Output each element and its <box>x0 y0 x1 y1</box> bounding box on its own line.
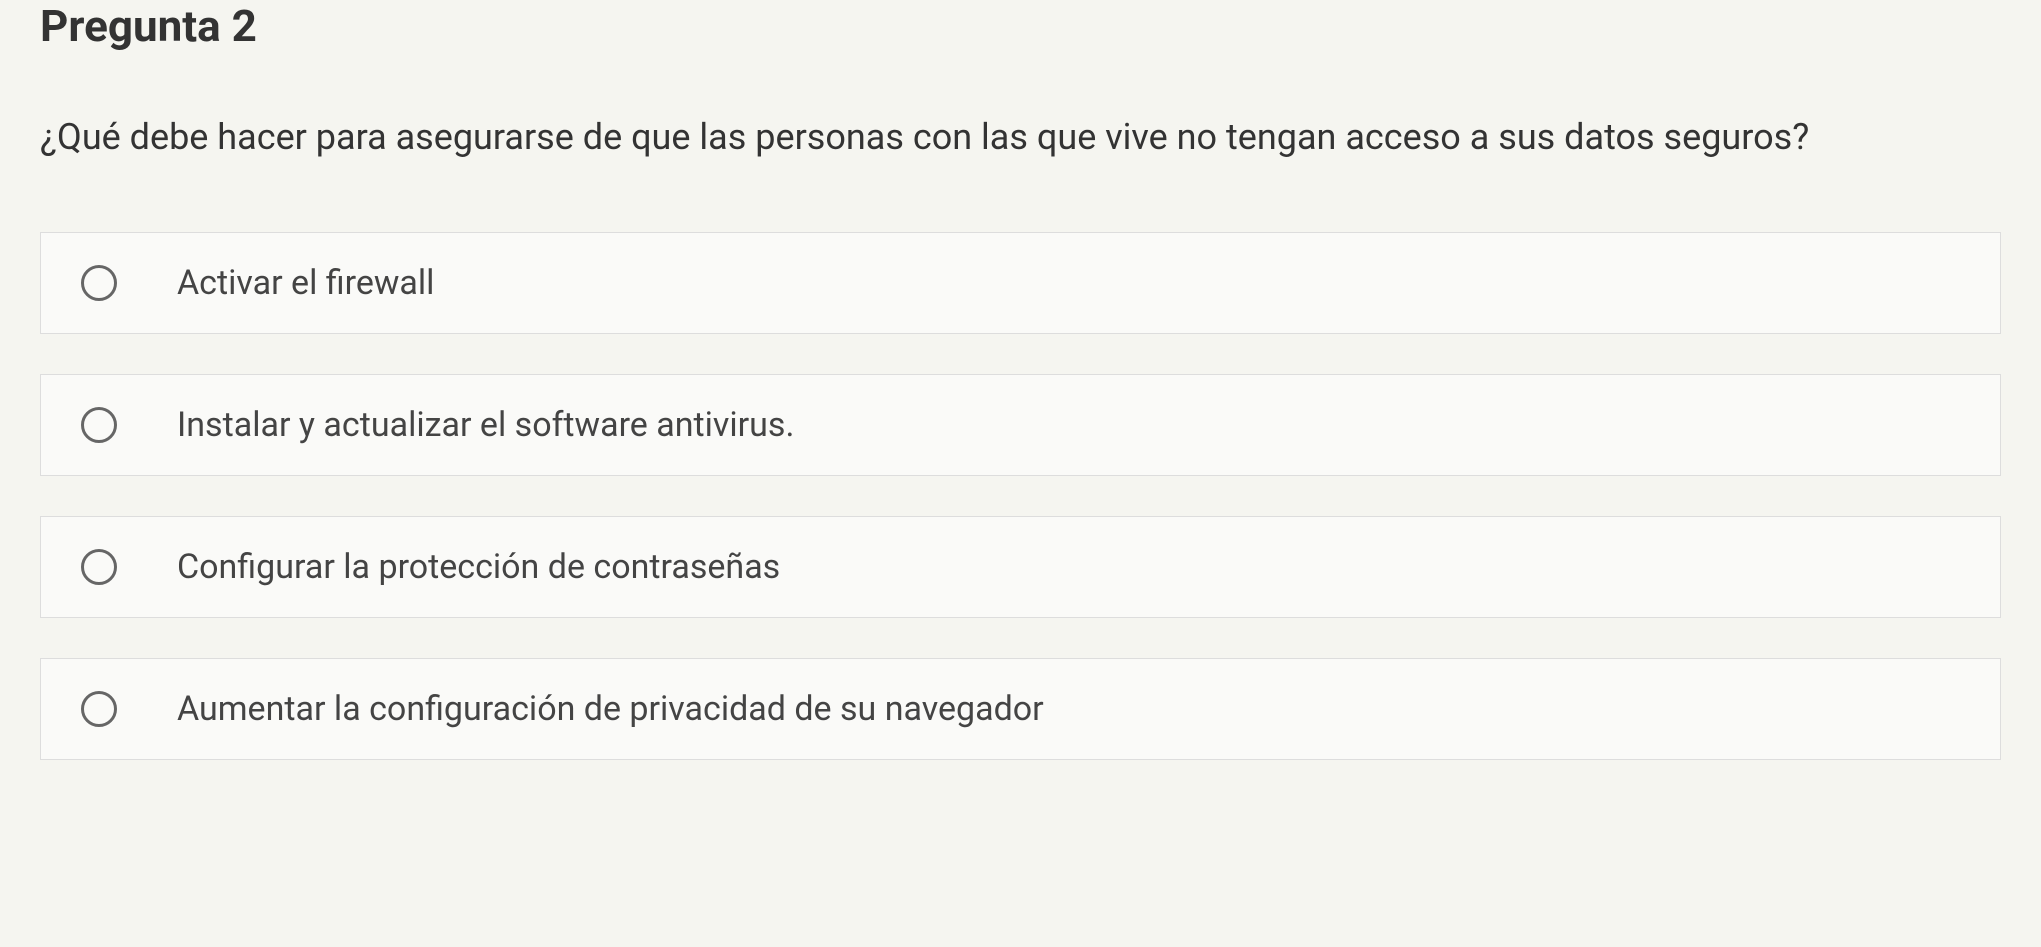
question-text: ¿Qué debe hacer para asegurarse de que l… <box>40 112 2001 162</box>
option-1[interactable]: Activar el firewall <box>40 232 2001 334</box>
option-3[interactable]: Configurar la protección de contraseñas <box>40 516 2001 618</box>
question-title: Pregunta 2 <box>40 0 2001 52</box>
option-label: Instalar y actualizar el software antivi… <box>177 405 794 445</box>
option-label: Aumentar la configuración de privacidad … <box>177 689 1044 729</box>
option-4[interactable]: Aumentar la configuración de privacidad … <box>40 658 2001 760</box>
question-container: Pregunta 2 ¿Qué debe hacer para asegurar… <box>0 0 2041 800</box>
radio-icon[interactable] <box>81 265 117 301</box>
option-label: Configurar la protección de contraseñas <box>177 547 780 587</box>
option-label: Activar el firewall <box>177 263 434 303</box>
radio-icon[interactable] <box>81 549 117 585</box>
radio-icon[interactable] <box>81 691 117 727</box>
radio-icon[interactable] <box>81 407 117 443</box>
options-list: Activar el firewall Instalar y actualiza… <box>40 232 2001 800</box>
option-2[interactable]: Instalar y actualizar el software antivi… <box>40 374 2001 476</box>
